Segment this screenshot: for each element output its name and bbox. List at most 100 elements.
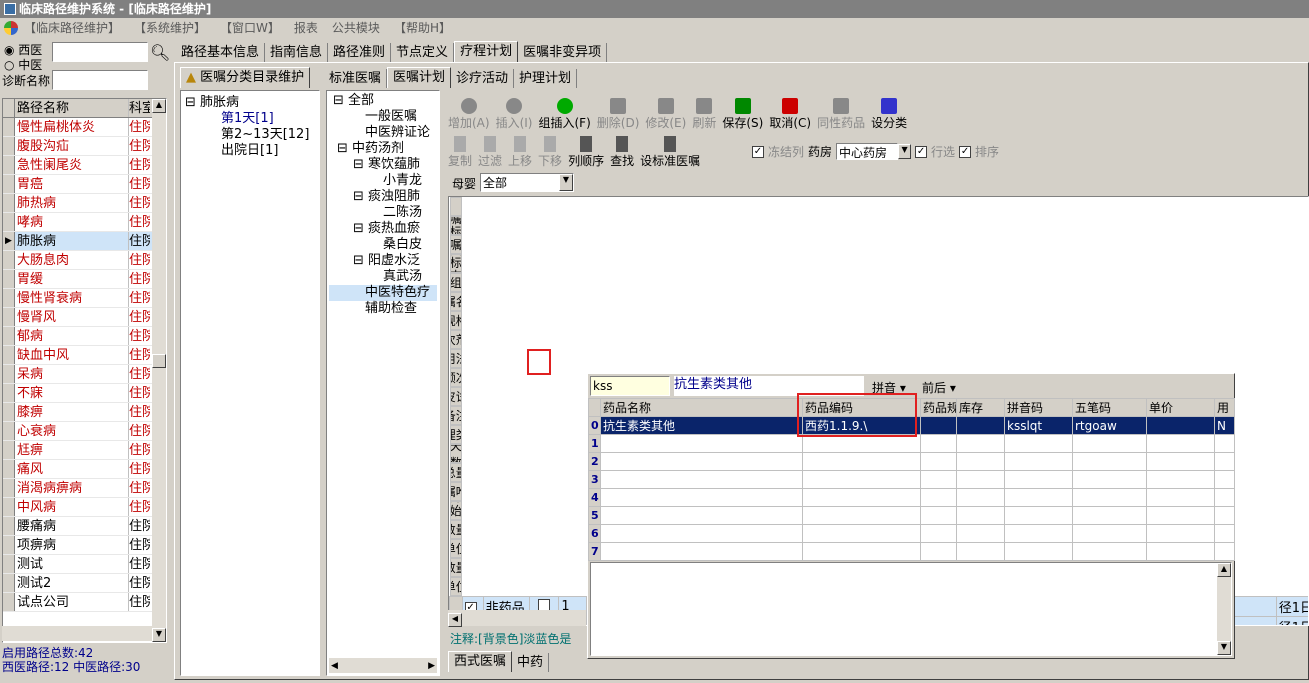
tree2-item[interactable]: ⊟ 寒饮蕴肺 (329, 157, 437, 173)
menu-item-0[interactable]: 【临床路径维护】 (24, 18, 120, 38)
tree1-item[interactable]: 第1天[1] (185, 111, 315, 127)
path-row[interactable]: 呆病住院 (3, 365, 166, 384)
tree2-item[interactable]: ⊟ 阳虚水泛 (329, 253, 437, 269)
toolbar-btn-1[interactable]: 插入(I) (496, 98, 532, 131)
tab-sub-0[interactable]: 标准医嘱 (324, 69, 388, 88)
tab-sub-2[interactable]: 诊疗活动 (451, 69, 515, 88)
tree2-item[interactable]: 桑白皮 (329, 237, 437, 253)
tree2-item[interactable]: 一般医嘱 (329, 109, 437, 125)
path-row[interactable]: 缺血中风住院 (3, 346, 166, 365)
toolbar-btn-2[interactable]: 组插入(F) (538, 98, 591, 131)
path-row[interactable]: 大肠息肉住院 (3, 251, 166, 270)
path-row[interactable]: 消渴病痹病住院 (3, 479, 166, 498)
search-icon[interactable]: 🔍︎ (150, 43, 170, 62)
tree2-item[interactable]: 真武汤 (329, 269, 437, 285)
type-flag-checkbox[interactable] (538, 598, 551, 611)
path-row[interactable]: 慢性肾衰病住院 (3, 289, 166, 308)
toolbar-btn-4[interactable]: 修改(E) (645, 98, 686, 131)
rowsel-checkbox[interactable]: ✓ (915, 145, 928, 158)
tab-main-4[interactable]: 疗程计划 (454, 41, 519, 62)
path-row[interactable]: 肺热病住院 (3, 194, 166, 213)
toolbar2-btn-0[interactable]: 复制 (448, 136, 472, 169)
popup-opt-order[interactable]: 前后 ▾ (922, 379, 956, 396)
popup-row[interactable]: 2 (588, 452, 1235, 471)
memo-vscrollbar[interactable]: ▲ ▼ (1217, 563, 1231, 655)
path-row[interactable]: 郁病住院 (3, 327, 166, 346)
path-row[interactable]: 胃缓住院 (3, 270, 166, 289)
menu-item-5[interactable]: 【帮助H】 (394, 18, 451, 38)
path-row[interactable]: ▶肺胀病住院 (3, 232, 166, 251)
toolbar2-btn-1[interactable]: 过滤 (478, 136, 502, 169)
menu-item-1[interactable]: 【系统维护】 (134, 18, 206, 38)
path-row[interactable]: 急性阑尾炎住院 (3, 156, 166, 175)
tab-main-1[interactable]: 指南信息 (265, 43, 329, 62)
freeze-checkbox[interactable]: ✓ (752, 145, 764, 158)
tab-sub-3[interactable]: 护理计划 (514, 69, 578, 88)
tree2-item[interactable]: ⊟ 中药汤剂 (329, 141, 437, 157)
toolbar-btn-3[interactable]: 删除(D) (597, 98, 639, 131)
diag-input[interactable] (52, 70, 148, 90)
mother-select[interactable]: 全部 ▼ (480, 173, 574, 192)
tab-bottom-0[interactable]: 西式医嘱 (448, 651, 513, 672)
toolbar2-btn-4[interactable]: 列顺序 (568, 136, 604, 169)
path-row[interactable]: 腹股沟疝住院 (3, 137, 166, 156)
tree2-root[interactable]: ⊟ 全部 (329, 93, 437, 109)
tab-main-5[interactable]: 医嘱非变异项 (518, 43, 608, 62)
path-row[interactable]: 试点公司住院 (3, 593, 166, 612)
toolbar-btn-7[interactable]: 取消(C) (769, 98, 811, 131)
list-vscrollbar[interactable]: ▲ ▼ (152, 99, 166, 642)
toolbar-btn-9[interactable]: 设分类 (871, 98, 907, 131)
popup-row[interactable]: 7 (588, 542, 1235, 561)
path-row[interactable]: 尪痹住院 (3, 441, 166, 460)
toolbar-btn-0[interactable]: 增加(A) (448, 98, 490, 131)
tree2-item[interactable]: ⊟ 痰热血瘀 (329, 221, 437, 237)
popup-search-input[interactable]: kss (590, 376, 670, 396)
path-row[interactable]: 慢肾风住院 (3, 308, 166, 327)
tree2-item[interactable]: 小青龙 (329, 173, 437, 189)
path-row[interactable]: 腰痛病住院 (3, 517, 166, 536)
tab-sub-1[interactable]: 医嘱计划 (387, 67, 452, 88)
path-row[interactable]: 胃癌住院 (3, 175, 166, 194)
path-row[interactable]: 中风病住院 (3, 498, 166, 517)
tab-main-0[interactable]: 路径基本信息 (176, 43, 266, 62)
path-row[interactable]: 不寐住院 (3, 384, 166, 403)
toolbar-btn-8[interactable]: 同性药品 (817, 98, 865, 131)
popup-row[interactable]: 5 (588, 506, 1235, 525)
pharmacy-select[interactable]: 中心药房 (836, 143, 899, 160)
path-row[interactable]: 项痹病住院 (3, 536, 166, 555)
tree1-item[interactable]: 第2~13天[12] (185, 127, 315, 143)
path-row[interactable]: 痛风住院 (3, 460, 166, 479)
toolbar2-btn-5[interactable]: 查找 (610, 136, 634, 169)
tree2-item[interactable]: 中医特色疗 (329, 285, 437, 301)
tree2-item[interactable]: 辅助检查 (329, 301, 437, 317)
chevron-down-icon[interactable]: ▼ (898, 144, 912, 159)
toolbar-btn-6[interactable]: 保存(S) (722, 98, 763, 131)
tree2-item[interactable]: 二陈汤 (329, 205, 437, 221)
tab-main-3[interactable]: 节点定义 (391, 43, 455, 62)
path-row[interactable]: 测试住院 (3, 555, 166, 574)
west-input[interactable] (52, 42, 148, 62)
radio-chinese[interactable]: ○ 中医 (4, 56, 42, 73)
tree1-item[interactable]: 出院日[1] (185, 143, 315, 159)
path-row[interactable]: 测试2住院 (3, 574, 166, 593)
path-row[interactable]: 慢性扁桃体炎住院 (3, 118, 166, 137)
tab-bottom-1[interactable]: 中药 (512, 653, 550, 672)
grid-hscrollbar[interactable]: ◀ (448, 610, 586, 627)
menu-item-3[interactable]: 报表 (294, 18, 318, 38)
sort-checkbox[interactable]: ✓ (959, 145, 972, 158)
tree2-item[interactable]: 中医辨证论 (329, 125, 437, 141)
toolbar-btn-5[interactable]: 刷新 (692, 98, 716, 131)
menu-item-4[interactable]: 公共模块 (332, 18, 380, 38)
popup-row[interactable]: 4 (588, 488, 1235, 507)
tree2-hscrollbar[interactable]: ◀ ▶ (329, 658, 437, 673)
tab-order-category[interactable]: ▲ 医嘱分类目录维护 (180, 67, 311, 88)
tab-main-2[interactable]: 路径准则 (328, 43, 392, 62)
toolbar2-btn-3[interactable]: 下移 (538, 136, 562, 169)
tree2-item[interactable]: ⊟ 痰浊阻肺 (329, 189, 437, 205)
popup-row[interactable]: 6 (588, 524, 1235, 543)
toolbar2-btn-6[interactable]: 设标准医嘱 (640, 136, 700, 169)
toolbar2-btn-2[interactable]: 上移 (508, 136, 532, 169)
path-row[interactable]: 膝痹住院 (3, 403, 166, 422)
popup-row[interactable]: 1 (588, 434, 1235, 453)
menu-item-2[interactable]: 【窗口W】 (220, 18, 280, 38)
